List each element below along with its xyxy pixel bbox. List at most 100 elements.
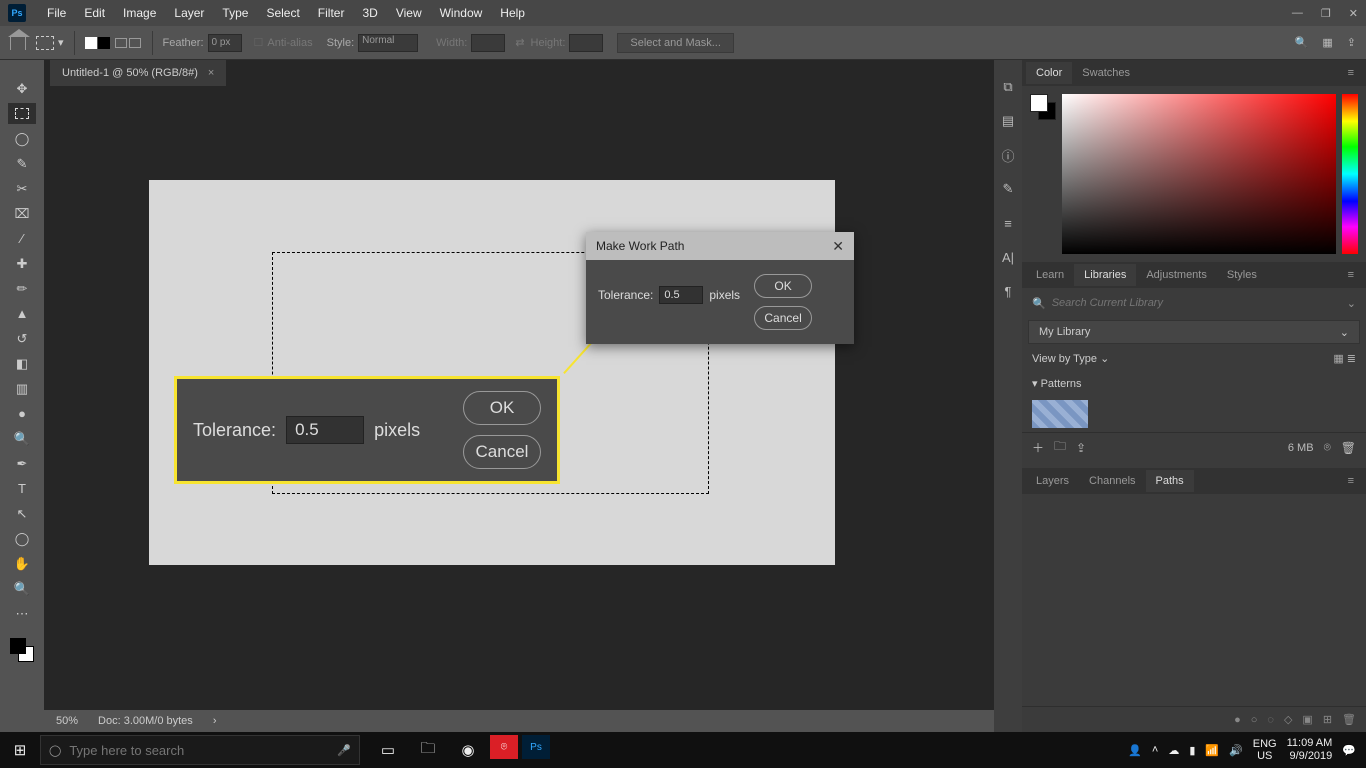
tab-adjustments[interactable]: Adjustments [1136, 264, 1217, 286]
paths-mask-icon[interactable]: ▣ [1302, 713, 1312, 726]
workspace-icon[interactable]: ▦ [1322, 36, 1332, 49]
lib-trash-icon[interactable]: 🗑 [1341, 441, 1356, 455]
lib-cloud-icon[interactable]: ⌾ [1324, 440, 1331, 455]
add-selection-icon[interactable] [98, 37, 110, 49]
tolerance-input[interactable] [659, 286, 703, 304]
tray-battery-icon[interactable]: ▮ [1189, 744, 1195, 757]
paths-panel[interactable] [1022, 494, 1366, 706]
tab-paths[interactable]: Paths [1146, 470, 1194, 492]
menu-type[interactable]: Type [213, 2, 257, 24]
minimize-icon[interactable]: — [1292, 7, 1303, 20]
tray-wifi-icon[interactable]: 📶 [1205, 744, 1219, 757]
menu-window[interactable]: Window [431, 2, 492, 24]
gradient-tool[interactable]: ▥ [8, 378, 36, 399]
dialog-cancel-button[interactable]: Cancel [754, 306, 812, 330]
dialog-titlebar[interactable]: Make Work Path ✕ [586, 232, 854, 260]
document-tab[interactable]: Untitled-1 @ 50% (RGB/8#) × [50, 60, 226, 86]
dodge-tool[interactable]: 🔍 [8, 428, 36, 449]
shape-tool[interactable]: ◯ [8, 528, 36, 549]
close-icon[interactable]: ✕ [1349, 7, 1358, 20]
restore-icon[interactable]: ❐ [1321, 7, 1331, 20]
new-selection-icon[interactable] [85, 37, 97, 49]
eyedropper-tool[interactable]: ∕ [8, 228, 36, 249]
path-select-tool[interactable]: ↖ [8, 503, 36, 524]
zoom-level[interactable]: 50% [56, 715, 78, 727]
menu-edit[interactable]: Edit [75, 2, 114, 24]
dock-info-icon[interactable]: ⓘ [999, 146, 1017, 164]
color-swatches[interactable] [8, 636, 36, 664]
tab-layers[interactable]: Layers [1026, 470, 1079, 492]
home-icon[interactable] [10, 36, 26, 50]
dock-properties-icon[interactable]: ▤ [999, 112, 1017, 130]
tray-volume-icon[interactable]: 🔊 [1229, 744, 1243, 757]
dock-para-icon[interactable]: ¶ [999, 282, 1017, 300]
mic-icon[interactable]: 🎤 [337, 744, 351, 757]
library-search-chevron-icon[interactable]: ⌄ [1347, 297, 1356, 310]
search-icon[interactable]: 🔍 [1295, 36, 1309, 49]
dialog-close-icon[interactable]: ✕ [832, 238, 844, 255]
tray-onedrive-icon[interactable]: ☁ [1168, 744, 1179, 757]
edit-toolbar[interactable]: ⋯ [8, 603, 36, 624]
tray-up-icon[interactable]: ˄ [1152, 744, 1158, 756]
task-view-icon[interactable]: ▭ [370, 735, 406, 765]
menu-3d[interactable]: 3D [353, 2, 386, 24]
dock-history-icon[interactable]: ⧉ [999, 78, 1017, 96]
library-select[interactable]: My Library⌄ [1028, 320, 1360, 344]
pen-tool[interactable]: ✒ [8, 453, 36, 474]
subtract-selection-icon[interactable] [115, 38, 127, 48]
taskbar-cc-icon[interactable]: ⌾ [490, 735, 518, 759]
lib-folder-icon[interactable]: 🗀 [1054, 437, 1066, 458]
paths-panel-menu-icon[interactable]: ≡ [1340, 475, 1362, 487]
status-chevron-icon[interactable]: › [213, 715, 217, 727]
callout-tolerance-input[interactable] [286, 416, 364, 444]
tab-styles[interactable]: Styles [1217, 264, 1267, 286]
start-button[interactable]: ⊞ [0, 741, 40, 759]
eraser-tool[interactable]: ◧ [8, 353, 36, 374]
quick-select-tool[interactable]: ✎ [8, 153, 36, 174]
taskbar-photoshop-icon[interactable]: Ps [522, 735, 550, 759]
close-tab-icon[interactable]: × [208, 67, 214, 79]
dock-adjust-icon[interactable]: ≡ [999, 214, 1017, 232]
color-field[interactable] [1062, 94, 1336, 254]
hue-slider[interactable] [1342, 94, 1358, 254]
tab-libraries[interactable]: Libraries [1074, 264, 1136, 286]
paths-workpath-icon[interactable]: ◇ [1284, 713, 1292, 726]
tray-people-icon[interactable]: 👤 [1128, 744, 1142, 757]
lib-add-icon[interactable]: ＋ [1032, 439, 1044, 456]
dock-brush-icon[interactable]: ✎ [999, 180, 1017, 198]
move-tool[interactable]: ✥ [8, 78, 36, 99]
heal-tool[interactable]: ✚ [8, 253, 36, 274]
tab-channels[interactable]: Channels [1079, 470, 1145, 492]
tab-learn[interactable]: Learn [1026, 264, 1074, 286]
select-and-mask-button[interactable]: Select and Mask... [617, 33, 734, 53]
tray-language[interactable]: ENGUS [1253, 738, 1277, 762]
paths-trash-icon[interactable]: 🗑 [1342, 713, 1356, 726]
menu-image[interactable]: Image [114, 2, 165, 24]
lasso-tool[interactable]: ◯ [8, 128, 36, 149]
type-tool[interactable]: T [8, 478, 36, 499]
marquee-tool[interactable] [8, 103, 36, 124]
fg-bg-swatch[interactable] [1030, 94, 1056, 254]
feather-input[interactable] [208, 34, 242, 52]
view-by[interactable]: View by Type ⌄ ▦ ≣ [1022, 346, 1366, 371]
menu-layer[interactable]: Layer [165, 2, 213, 24]
taskbar-explorer-icon[interactable]: 🗀 [410, 735, 446, 765]
hand-tool[interactable]: ✋ [8, 553, 36, 574]
style-select[interactable]: Normal [358, 34, 418, 52]
dialog-ok-button[interactable]: OK [754, 274, 812, 298]
taskbar-search-input[interactable] [69, 743, 329, 758]
callout-cancel-button[interactable]: Cancel [463, 435, 541, 469]
menu-view[interactable]: View [387, 2, 431, 24]
callout-ok-button[interactable]: OK [463, 391, 541, 425]
library-search-input[interactable] [1052, 297, 1347, 309]
paths-new-icon[interactable]: ⊞ [1323, 713, 1332, 726]
menu-file[interactable]: File [38, 2, 75, 24]
taskbar-search[interactable]: ◯ 🎤 [40, 735, 360, 765]
stamp-tool[interactable]: ▲ [8, 303, 36, 324]
dock-char-icon[interactable]: A| [999, 248, 1017, 266]
intersect-selection-icon[interactable] [129, 38, 141, 48]
doc-info[interactable]: Doc: 3.00M/0 bytes [98, 715, 193, 727]
share-icon[interactable]: ⇪ [1347, 36, 1356, 49]
lib-panel-menu-icon[interactable]: ≡ [1340, 269, 1362, 281]
paths-selection-icon[interactable]: ◌ [1267, 714, 1274, 726]
